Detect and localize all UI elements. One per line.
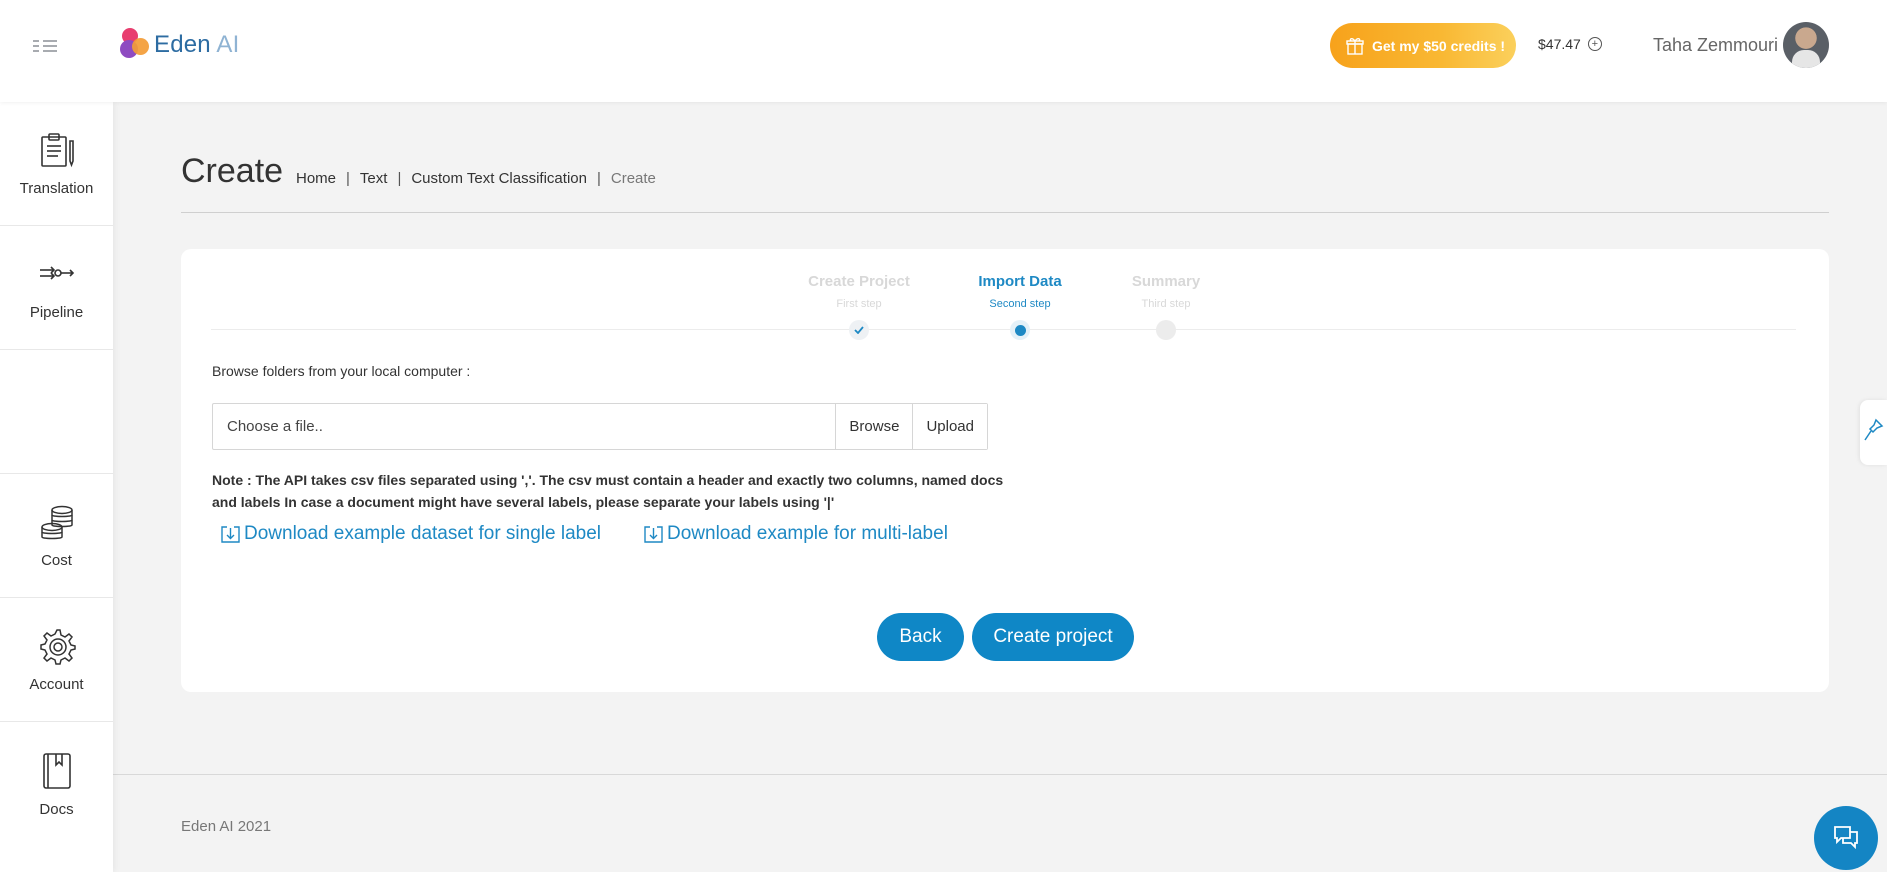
breadcrumb-separator: | (596, 170, 601, 187)
page-title: Create (181, 152, 284, 190)
sidebar-item-label: Translation (19, 180, 94, 197)
sidebar: Translation Pipeline Cost Account Docs (0, 102, 113, 872)
side-drawer-tab[interactable] (1860, 400, 1887, 465)
pin-icon (1863, 418, 1884, 447)
sidebar-item-empty (0, 350, 113, 474)
step-done-check-icon (849, 320, 869, 340)
step-subtitle: First step (836, 298, 882, 310)
sidebar-item-label: Pipeline (29, 304, 84, 321)
logo-text: Eden AI (154, 31, 240, 58)
file-upload-group: Browse Upload (212, 403, 988, 450)
balance: $47.47 + (1538, 36, 1602, 52)
breadcrumb-separator: | (397, 170, 402, 187)
breadcrumb-text[interactable]: Text (360, 170, 388, 187)
step-subtitle: Third step (1141, 298, 1191, 310)
csv-format-note: Note : The API takes csv files separated… (212, 472, 1004, 510)
sidebar-item-cost[interactable]: Cost (0, 474, 113, 598)
user-name[interactable]: Taha Zemmouri (1653, 35, 1778, 56)
book-icon (37, 751, 77, 791)
download-multi-label-link[interactable]: Download example for multi-label (644, 523, 948, 545)
breadcrumb-separator: | (346, 170, 350, 187)
breadcrumb-current: Create (610, 170, 656, 187)
pipeline-arrows-icon (37, 254, 77, 294)
file-input[interactable] (213, 404, 836, 449)
menu-toggle-icon[interactable] (30, 36, 60, 56)
chat-button[interactable] (1814, 806, 1878, 870)
breadcrumb-custom-text-classification[interactable]: Custom Text Classification (411, 170, 587, 187)
create-project-button[interactable]: Create project (972, 613, 1134, 661)
step-title: Create Project (808, 273, 910, 290)
sidebar-item-account[interactable]: Account (0, 598, 113, 722)
back-button[interactable]: Back (877, 613, 964, 661)
chat-bubbles-icon (1832, 823, 1860, 854)
download-multi-label-text: Download example for multi-label (667, 523, 948, 544)
download-icon (644, 525, 663, 543)
top-header: Eden AI Get my $50 credits ! $47.47 + Ta… (0, 0, 1887, 102)
logo-mark-icon (120, 26, 150, 64)
download-single-label-link[interactable]: Download example dataset for single labe… (221, 523, 601, 545)
breadcrumb: Home | Text | Custom Text Classification… (296, 170, 656, 187)
download-single-label-text: Download example dataset for single labe… (244, 523, 601, 544)
footer-divider (113, 774, 1887, 775)
credits-button-label: Get my $50 credits ! (1372, 37, 1506, 54)
sidebar-item-pipeline[interactable]: Pipeline (0, 226, 113, 350)
clipboard-pencil-icon (37, 130, 77, 170)
eden-ai-logo[interactable]: Eden AI (120, 26, 239, 64)
import-data-card: Create Project First step Import Data Se… (181, 249, 1829, 692)
step-create-project[interactable]: Create Project First step (769, 273, 949, 340)
sidebar-item-translation[interactable]: Translation (0, 102, 113, 226)
browse-button[interactable]: Browse (835, 404, 913, 449)
step-pending-dot-icon (1156, 320, 1176, 340)
avatar[interactable] (1783, 22, 1829, 68)
step-title: Summary (1131, 273, 1201, 290)
add-funds-icon[interactable]: + (1587, 37, 1602, 51)
gear-icon (37, 626, 77, 666)
stepper-track (211, 329, 1796, 330)
get-credits-button[interactable]: Get my $50 credits ! (1330, 23, 1516, 68)
footer-copyright: Eden AI 2021 (181, 818, 272, 835)
sidebar-item-label: Account (29, 676, 84, 693)
coins-stack-icon (37, 502, 77, 542)
step-active-dot-icon (1010, 320, 1030, 340)
breadcrumb-home[interactable]: Home (296, 170, 336, 187)
browse-label: Browse folders from your local computer … (212, 363, 471, 379)
title-divider (181, 212, 1829, 213)
sidebar-item-label: Docs (39, 800, 74, 818)
upload-button[interactable]: Upload (912, 404, 987, 449)
balance-value: $47.47 (1538, 36, 1581, 52)
step-summary[interactable]: Summary Third step (1076, 273, 1256, 340)
sidebar-item-label: Cost (41, 552, 72, 569)
gift-icon (1346, 37, 1364, 55)
download-icon (221, 525, 240, 543)
sidebar-item-docs[interactable]: Docs (0, 722, 113, 846)
